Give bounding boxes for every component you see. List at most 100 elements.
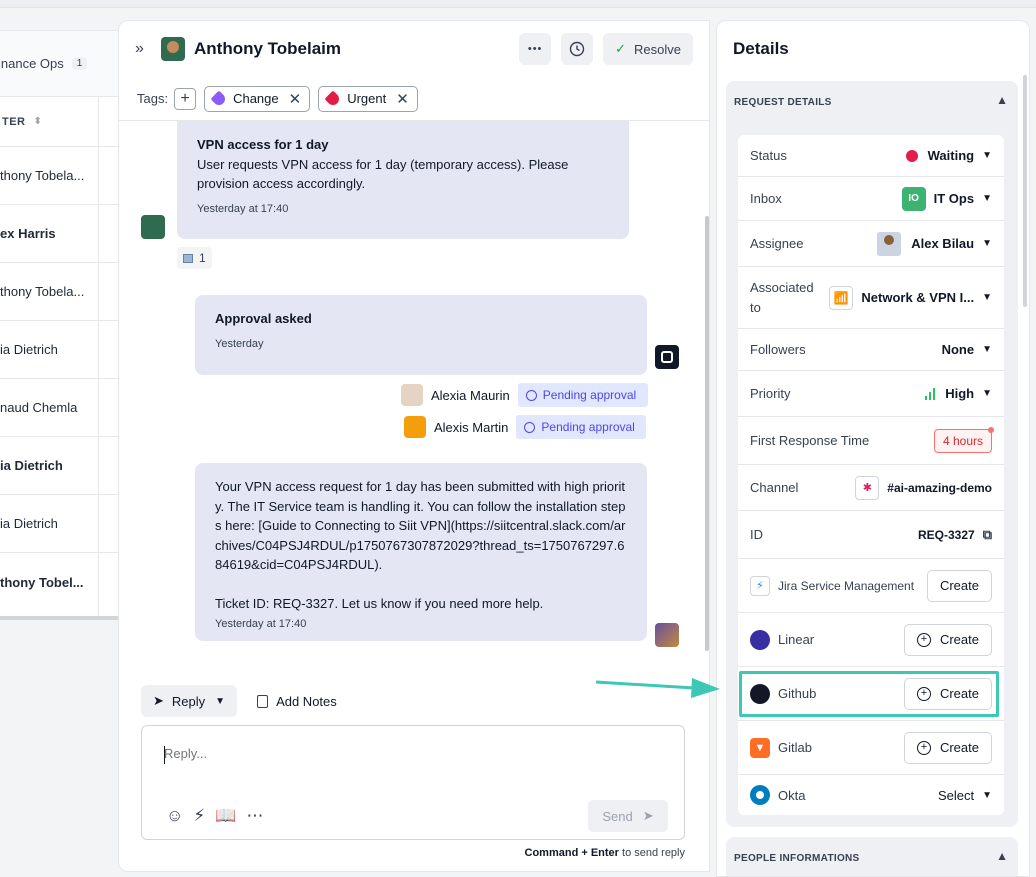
top-strip (0, 0, 1036, 8)
message-bubble: VPN access for 1 day User requests VPN a… (177, 121, 629, 239)
sla-badge: 4 hours (933, 426, 995, 453)
chevron-down-icon: ▼ (982, 238, 992, 249)
integration-name: Gitlab (778, 740, 812, 755)
bot-avatar (655, 623, 679, 647)
field-inbox[interactable]: Inbox IO IT Ops ▼ (738, 177, 1004, 221)
field-priority[interactable]: Priority High ▼ (738, 371, 1004, 417)
snooze-button[interactable] (561, 33, 594, 65)
image-icon (183, 253, 193, 263)
column-header-requester[interactable]: TER ⬍ (0, 97, 118, 147)
add-tag-button[interactable]: + (174, 87, 197, 110)
select-label: Select (937, 787, 975, 803)
reaction-chip[interactable]: 1 (177, 247, 212, 269)
ticket-row[interactable]: naud Chemla (0, 379, 118, 437)
tag-change[interactable]: Change ✕ (204, 85, 311, 112)
scrollbar[interactable] (705, 216, 709, 651)
section-title: PEOPLE INFORMATIONS (734, 853, 860, 864)
tags-bar: Tags: + Change ✕ Urgent ✕ (119, 77, 709, 121)
reply-input[interactable] (164, 746, 564, 761)
chevron-down-icon: ▼ (982, 193, 992, 204)
send-label: Send (602, 808, 633, 824)
reply-tab[interactable]: ➤ Reply ▼ (141, 685, 238, 717)
ticket-row[interactable]: ia Dietrich (0, 437, 118, 495)
plus-circle-icon: + (916, 632, 931, 647)
create-gitlab-button[interactable]: + Create (903, 731, 992, 764)
chevron-up-icon[interactable]: ▲ (996, 93, 1008, 107)
id-value: REQ-3327 (918, 527, 975, 542)
field-label: First Response Time (750, 433, 870, 448)
create-jira-button[interactable]: Create (926, 569, 992, 602)
ticket-row-name: thony Tobel... (0, 574, 84, 590)
associated-value: Network & VPN I... (861, 290, 975, 305)
avatar (877, 231, 902, 256)
add-notes-label: Add Notes (276, 693, 337, 709)
integration-name: Okta (778, 787, 806, 803)
integration-okta[interactable]: Okta Select ▼ (738, 775, 1004, 815)
ticket-row[interactable]: ia Dietrich (0, 321, 118, 379)
clock-icon (524, 421, 536, 433)
note-icon (257, 694, 269, 708)
field-associated-to[interactable]: Associated to 📶 Network & VPN I... ▼ (738, 267, 1004, 329)
more-icon[interactable]: ⋯ (246, 806, 263, 826)
ticket-row[interactable]: thony Tobel... (0, 553, 118, 611)
scrollbar[interactable] (1023, 75, 1027, 307)
send-button[interactable]: Send ➤ (588, 800, 668, 832)
message-body-ticket: Ticket ID: REQ-3327. Let us know if you … (215, 595, 544, 611)
add-notes-tab[interactable]: Add Notes (245, 685, 349, 717)
emoji-icon[interactable]: ☺ (166, 806, 183, 826)
integration-name: Jira Service Management (778, 578, 915, 593)
slack-icon: ✱ (855, 475, 880, 500)
ticket-row[interactable]: ex Harris (0, 205, 118, 263)
status-badge-label: Pending approval (541, 420, 635, 434)
priority-value: High (945, 386, 975, 401)
integration-linear: Linear + Create (738, 613, 1004, 667)
ticket-row[interactable]: thony Tobela... (0, 147, 118, 205)
ticket-list-panel: inance Ops 1 TER ⬍ thony Tobela... ex Ha… (0, 30, 118, 620)
ticket-row[interactable]: thony Tobela... (0, 263, 118, 321)
integration-gitlab: ▼ Gitlab + Create (738, 721, 1004, 775)
chevron-down-icon: ▼ (982, 150, 992, 161)
lightning-icon[interactable]: ⚡ (193, 806, 205, 826)
ticket-row-name: ia Dietrich (0, 516, 58, 531)
gitlab-icon: ▼ (750, 737, 770, 758)
sort-icon[interactable]: ⬍ (34, 116, 43, 127)
clock-icon (525, 389, 537, 401)
resolve-button[interactable]: ✓ Resolve (603, 33, 693, 65)
expand-icon[interactable]: » (135, 40, 153, 58)
field-assignee[interactable]: Assignee Alex Bilau ▼ (738, 221, 1004, 267)
composer-toolbar: ☺ ⚡ 📖 ⋯ (166, 806, 263, 826)
status-dot-icon (905, 149, 918, 162)
tag-urgent[interactable]: Urgent ✕ (318, 85, 418, 112)
message-title: VPN access for 1 day (197, 137, 329, 152)
field-status[interactable]: Status Waiting ▼ (738, 135, 1004, 177)
create-label: Create (939, 578, 979, 593)
field-label: Inbox (750, 191, 782, 206)
field-channel[interactable]: Channel ✱ #ai-amazing-demo (738, 465, 1004, 511)
conversation-panel: » Anthony Tobelaim ••• ✓ Resolve Tags: +… (118, 20, 710, 872)
chevron-down-icon: ▼ (982, 344, 992, 355)
book-icon[interactable]: 📖 (215, 806, 236, 826)
ticket-row-name: ia Dietrich (0, 342, 58, 357)
status-badge-label: Pending approval (542, 388, 637, 402)
field-followers[interactable]: Followers None ▼ (738, 329, 1004, 371)
clock-icon (569, 41, 585, 57)
approver-name: Alexia Maurin (431, 387, 510, 403)
inbox-header[interactable]: inance Ops 1 (0, 31, 118, 97)
integration-name: Linear (778, 632, 815, 647)
remove-tag-icon[interactable]: ✕ (396, 90, 409, 108)
ticket-row[interactable]: ia Dietrich (0, 495, 118, 553)
tag-icon (210, 90, 228, 107)
remove-tag-icon[interactable]: ✕ (289, 90, 302, 108)
wifi-icon: 📶 (829, 285, 854, 310)
tags-label: Tags: (137, 91, 169, 106)
approver-row: Alexis Martin Pending approval (404, 415, 647, 439)
avatar (161, 37, 185, 61)
copy-icon[interactable]: ⧉ (983, 527, 992, 543)
chevron-up-icon[interactable]: ▲ (996, 849, 1008, 863)
okta-icon (750, 785, 770, 805)
create-linear-button[interactable]: + Create (903, 623, 992, 656)
more-button[interactable]: ••• (519, 33, 552, 65)
reply-composer: ☺ ⚡ 📖 ⋯ Send ➤ (141, 725, 685, 840)
plus-circle-icon: + (916, 740, 931, 755)
inbox-badge: IO (901, 186, 926, 211)
